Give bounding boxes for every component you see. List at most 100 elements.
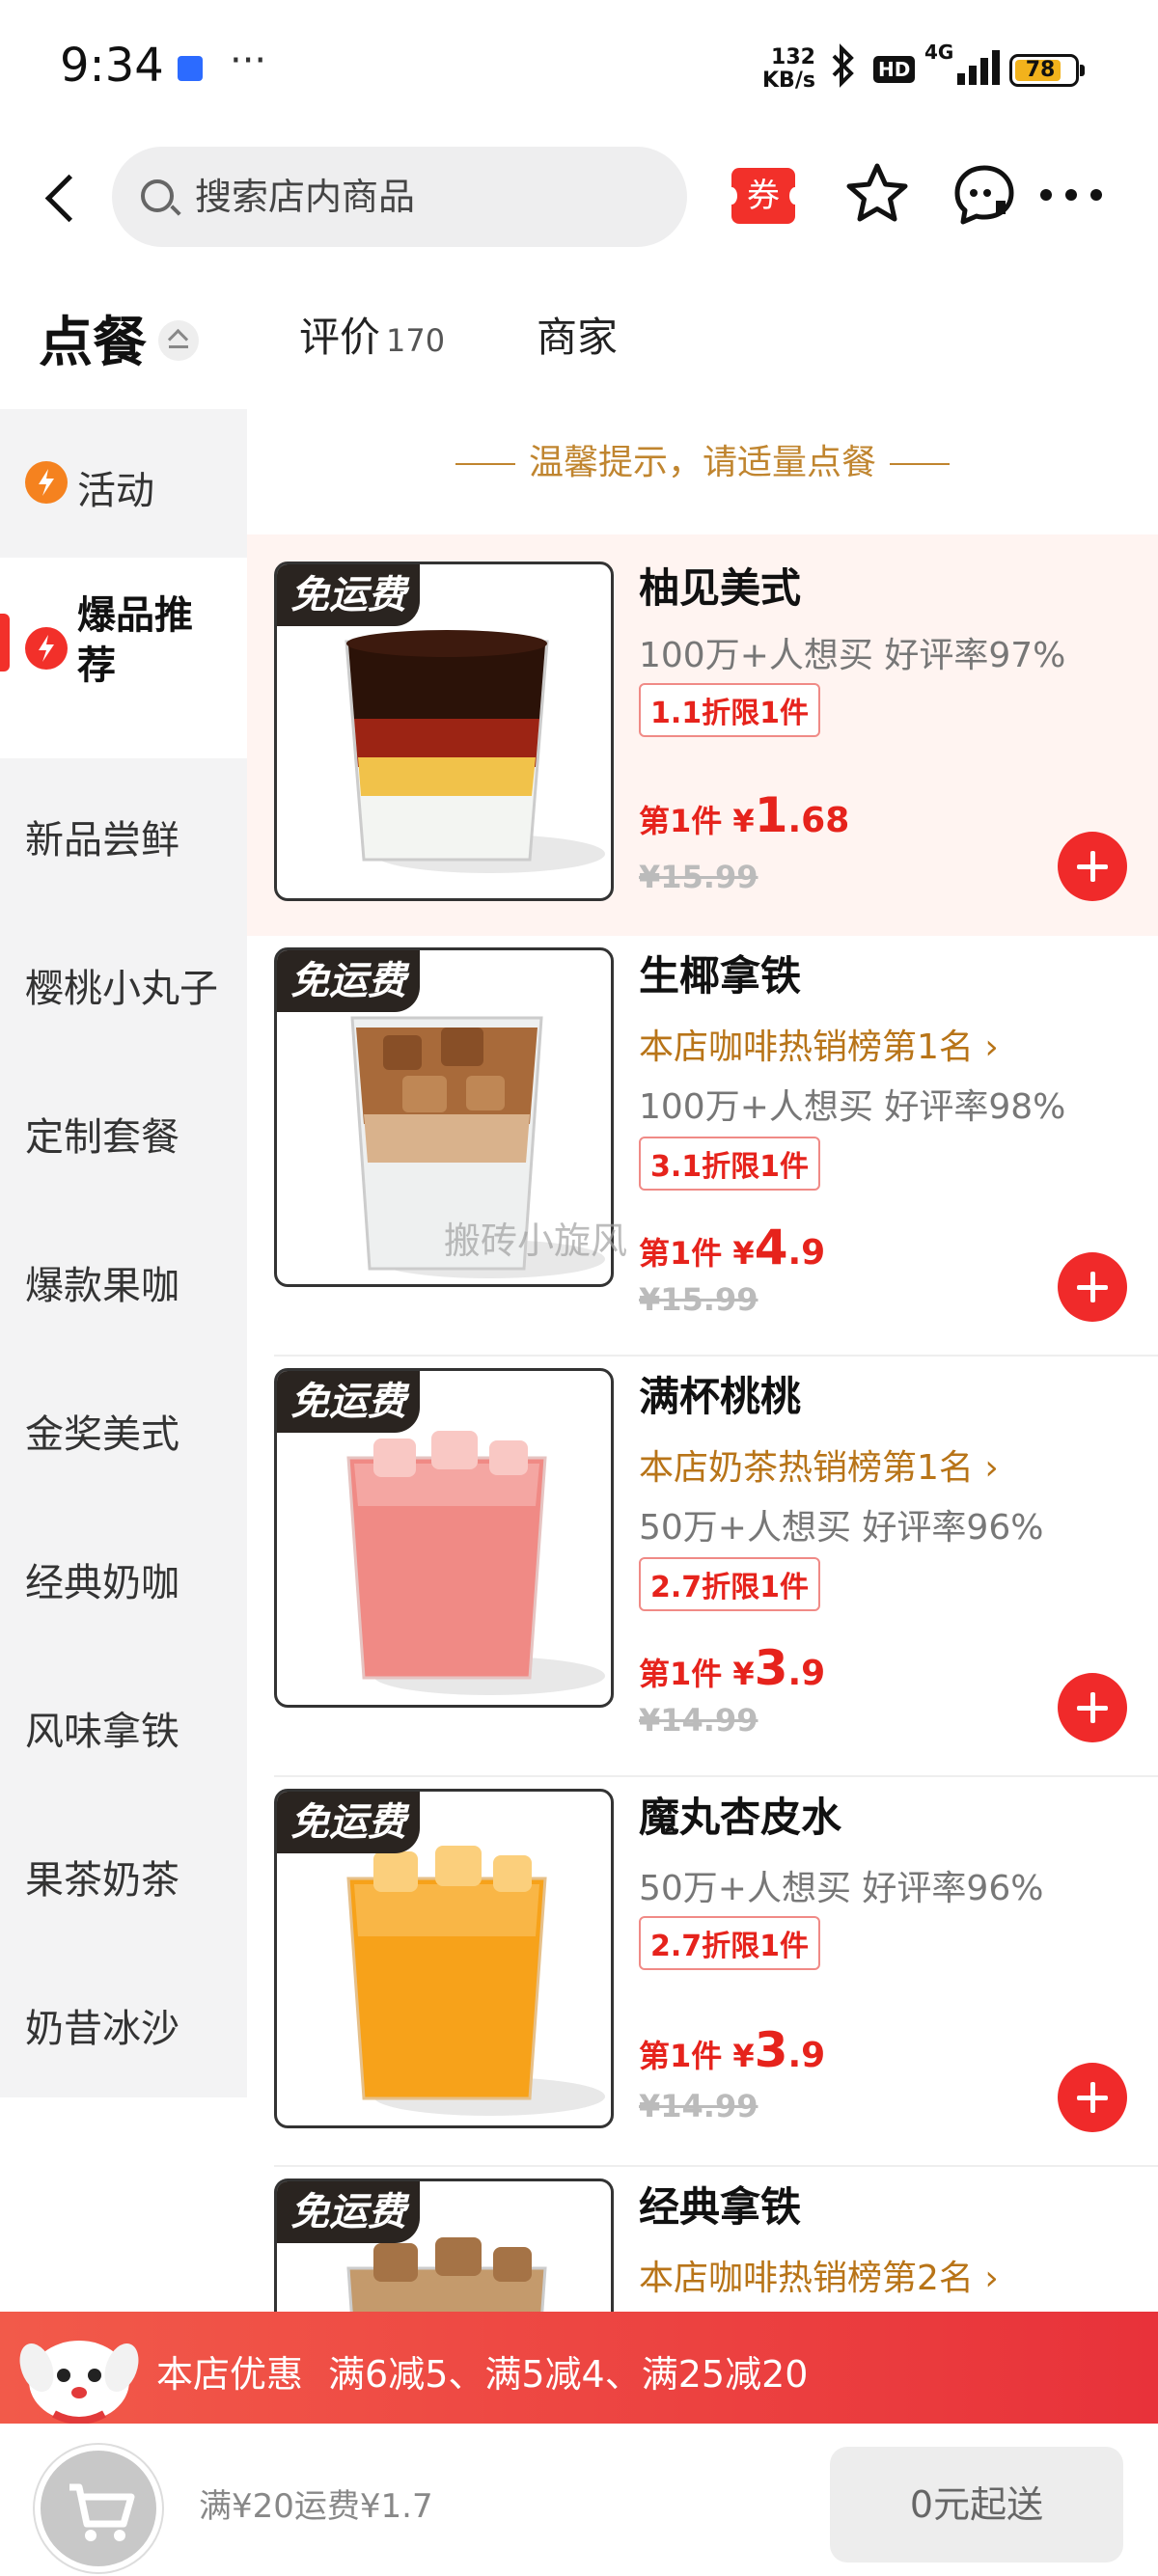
price-prefix: 第1件 ¥ [639, 1656, 755, 1692]
sidebar-item-label: 新品尝鲜 [25, 818, 179, 863]
product-price: 第1件 ¥1.68 [639, 787, 849, 843]
price-decimal: .9 [787, 1233, 826, 1273]
battery-icon: 78 [1009, 54, 1085, 87]
product-image: 免运费 [274, 562, 614, 901]
free-shipping-badge: 免运费 [277, 1371, 420, 1433]
product-stats: 50万+人想买 好评率96% [639, 1508, 1044, 1548]
sidebar-item-fruit-coffee[interactable]: 爆款果咖 [0, 1204, 247, 1353]
category-sidebar: 活动 爆品推荐 新品尝鲜 樱桃小丸子 定制套餐 爆款果咖 金奖美式 经典奶咖 风… [0, 409, 247, 2097]
discount-badge: 2.7折限1件 [639, 1557, 821, 1611]
battery-level: 78 [1025, 58, 1056, 82]
sidebar-item-smoothie[interactable]: 奶昔冰沙 [0, 1947, 247, 2096]
collapse-icon[interactable] [158, 320, 199, 361]
product-stats: 50万+人想买 好评率96% [639, 1869, 1044, 1908]
product-card[interactable]: 免运费 经典拿铁 本店咖啡热销榜第2名 › [247, 2167, 1158, 2312]
tab-order[interactable]: 点餐 [39, 299, 147, 377]
price-integer: 3 [754, 2022, 788, 2078]
product-image: 免运费 [274, 1789, 614, 2128]
active-indicator [0, 614, 10, 671]
notice-text: 温馨提示，请适量点餐 [247, 434, 1158, 484]
product-image: 免运费 [274, 1368, 614, 1708]
status-time: 9:34 [60, 39, 164, 93]
sidebar-item-label: 活动 [77, 469, 154, 513]
sidebar-item-hot[interactable]: 爆品推荐 [0, 558, 247, 758]
original-price: ¥14.99 [639, 2088, 758, 2124]
sidebar-item-label: 果茶奶茶 [25, 1858, 179, 1903]
promo-text: 本店优惠 满6减5、满5减4、满25减20 [156, 2344, 833, 2398]
favorite-star-icon[interactable] [843, 160, 911, 228]
promo-deals: 满6减5、满5减4、满25减20 [328, 2353, 809, 2396]
ranking-link[interactable]: 本店咖啡热销榜第1名 › [639, 1019, 999, 1069]
price-integer: 1 [754, 787, 788, 843]
sidebar-item-latte[interactable]: 风味拿铁 [0, 1650, 247, 1798]
product-name: 经典拿铁 [639, 2183, 802, 2231]
customer-service-icon[interactable] [951, 162, 1017, 228]
price-integer: 3 [754, 1640, 788, 1696]
add-to-cart-button[interactable] [1058, 1252, 1127, 1322]
sidebar-item-milk-coffee[interactable]: 经典奶咖 [0, 1501, 247, 1650]
watermark: 搬砖小旋风 [444, 1219, 628, 1262]
sidebar-item-americano[interactable]: 金奖美式 [0, 1353, 247, 1501]
search-icon [141, 179, 174, 212]
product-card[interactable]: 免运费 生椰拿铁 本店咖啡热销榜第1名 › 100万+人想买 好评率98% 3.… [247, 936, 1158, 1357]
sidebar-item-combo[interactable]: 定制套餐 [0, 1055, 247, 1204]
product-card[interactable]: 免运费 魔丸杏皮水 50万+人想买 好评率96% 2.7折限1件 第1件 ¥3.… [247, 1777, 1158, 2167]
price-prefix: 第1件 ¥ [639, 1235, 755, 1272]
coupon-button[interactable]: 券 [726, 168, 801, 224]
tab-merchant[interactable]: 商家 [537, 305, 618, 364]
ranking-link[interactable]: 本店咖啡热销榜第2名 › [639, 2250, 999, 2300]
sidebar-item-label: 金奖美式 [25, 1412, 179, 1457]
discount-badge: 1.1折限1件 [639, 683, 821, 737]
sidebar-item-label: 爆品推荐 [77, 593, 193, 688]
add-to-cart-button[interactable] [1058, 1673, 1127, 1742]
sidebar-item-label: 经典奶咖 [25, 1561, 179, 1605]
tab-reviews[interactable]: 评价 170 [299, 305, 445, 364]
back-icon[interactable] [39, 170, 89, 226]
free-shipping-badge: 免运费 [277, 950, 420, 1012]
network-type: 4G [924, 41, 954, 64]
product-name: 生椰拿铁 [639, 952, 802, 1000]
sidebar-item-label: 风味拿铁 [25, 1710, 179, 1754]
free-shipping-badge: 免运费 [277, 1792, 420, 1853]
calendar-notification-icon [178, 56, 203, 81]
network-speed-unit: KB/s [762, 69, 815, 93]
min-order-button[interactable]: 0元起送 [830, 2447, 1123, 2562]
sidebar-item-cherry[interactable]: 樱桃小丸子 [0, 907, 247, 1055]
price-decimal: .9 [787, 1654, 826, 1693]
product-image: 免运费 [274, 2179, 614, 2312]
sidebar-item-activity[interactable]: 活动 [0, 409, 247, 558]
sidebar-item-tea[interactable]: 果茶奶茶 [0, 1798, 247, 1947]
bottom-bar: 满¥20运费¥1.7 0元起送 [0, 2424, 1158, 2576]
lightning-icon [25, 627, 68, 670]
product-price: 第1件 ¥4.9 [639, 1219, 825, 1275]
tab-order-label: 点餐 [39, 312, 147, 374]
product-card[interactable]: 免运费 满杯桃桃 本店奶茶热销榜第1名 › 50万+人想买 好评率96% 2.7… [247, 1357, 1158, 1777]
product-stats: 100万+人想买 好评率98% [639, 1087, 1066, 1127]
review-count: 170 [386, 322, 446, 359]
bluetooth-icon [828, 42, 857, 101]
search-bar[interactable] [112, 147, 687, 247]
price-decimal: .68 [787, 801, 850, 840]
add-to-cart-button[interactable] [1058, 832, 1127, 901]
tab-reviews-label: 评价 [299, 314, 381, 361]
free-shipping-badge: 免运费 [277, 564, 420, 626]
product-card[interactable]: 免运费 柚见美式 100万+人想买 好评率97% 1.1折限1件 第1件 ¥1.… [247, 534, 1158, 936]
flame-icon [25, 461, 68, 504]
sidebar-item-label: 樱桃小丸子 [25, 967, 218, 1011]
tab-merchant-label: 商家 [537, 314, 619, 361]
ranking-link[interactable]: 本店奶茶热销榜第1名 › [639, 1439, 999, 1490]
free-shipping-badge: 免运费 [277, 2181, 420, 2243]
network-speed-value: 132 [771, 45, 815, 69]
sidebar-item-new[interactable]: 新品尝鲜 [0, 758, 247, 907]
price-prefix: 第1件 ¥ [639, 803, 755, 839]
original-price: ¥15.99 [639, 859, 758, 895]
cart-icon[interactable] [35, 2445, 162, 2572]
search-input[interactable] [195, 170, 658, 224]
delivery-fee-text: 满¥20运费¥1.7 [199, 2487, 433, 2526]
more-options-icon[interactable] [1040, 162, 1104, 226]
product-name: 满杯桃桃 [639, 1373, 802, 1420]
mascot-dog-icon [15, 2319, 143, 2433]
promo-bar[interactable]: 本店优惠 满6减5、满5减4、满25减20 [0, 2312, 1158, 2425]
product-stats: 100万+人想买 好评率97% [639, 636, 1066, 675]
add-to-cart-button[interactable] [1058, 2063, 1127, 2132]
